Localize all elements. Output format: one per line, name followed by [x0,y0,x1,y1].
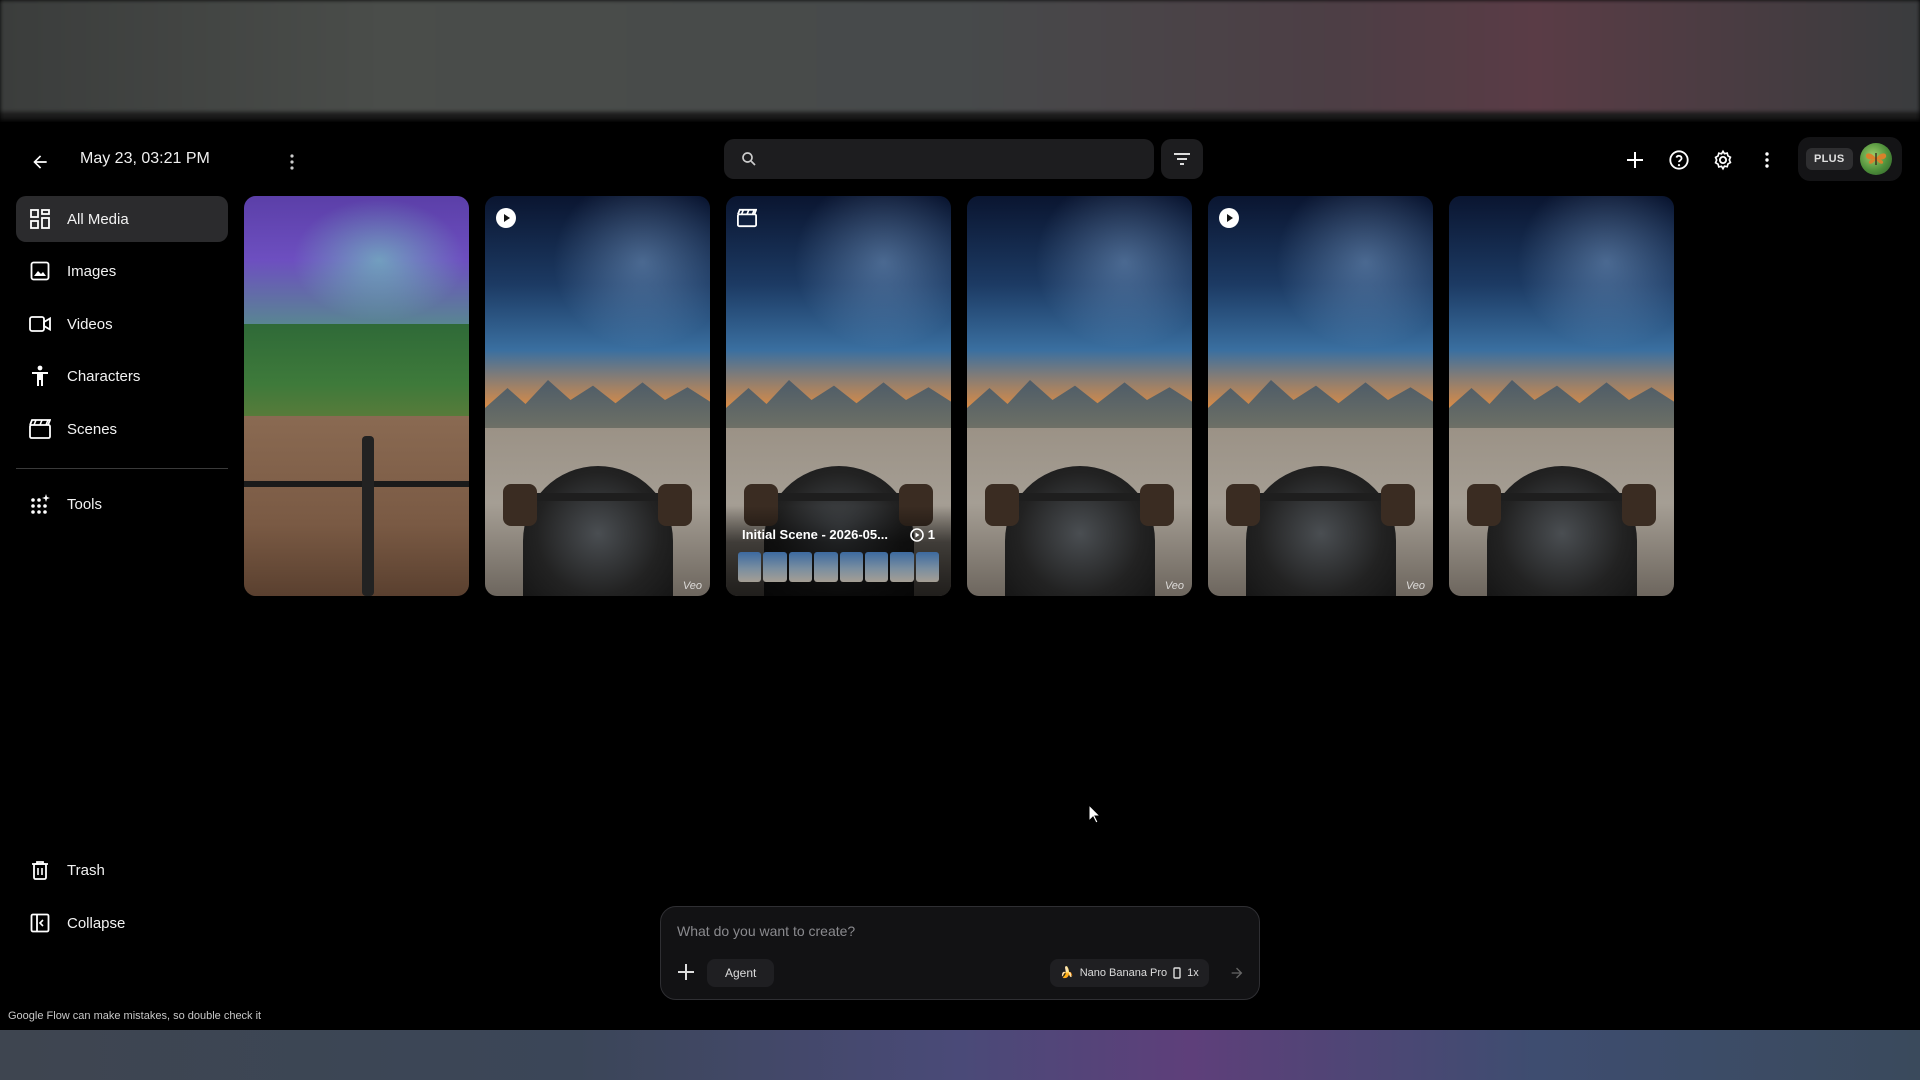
desktop-background-bottom [0,1030,1920,1080]
video-icon [28,312,52,336]
more-button[interactable] [1753,146,1781,174]
prompt-input[interactable] [677,919,1237,943]
play-icon [1219,208,1239,228]
sidebar-item-videos[interactable]: Videos [16,301,228,347]
media-card-bike-trail[interactable] [244,196,469,596]
agent-toggle[interactable]: Agent [707,959,775,987]
arrow-right-icon [1231,967,1243,979]
sidebar-item-tools[interactable]: Tools [16,481,228,527]
veo-tag: Veo [1405,580,1425,592]
arrow-left-icon [33,155,47,169]
attach-button[interactable] [673,959,699,985]
sidebar-item-label: Images [67,262,117,280]
grid-icon [28,207,52,231]
disclaimer-text: Google Flow can make mistakes, so double… [8,1010,262,1022]
model-selector[interactable]: 🍌 Nano Banana Pro 1x [1050,959,1209,987]
gear-icon [1714,149,1732,171]
settings-button[interactable] [1709,146,1737,174]
sidebar: All Media Images Videos Characters Scene… [16,196,228,1026]
search-icon [742,152,756,166]
filter-button[interactable] [1161,139,1203,179]
scene-filmstrip [738,552,939,582]
media-card-video[interactable]: Veo [1208,196,1433,596]
scene-count-value: 1 [927,527,935,542]
output-multiplier: 1x [1187,967,1199,979]
veo-tag: Veo [1164,580,1184,592]
sidebar-divider [16,468,228,469]
scene-clip-count: 1 [909,527,935,542]
more-vertical-icon [1765,152,1769,168]
project-title: May 23, 03:21 PM [80,150,210,167]
sidebar-item-characters[interactable]: Characters [16,353,228,399]
sidebar-item-trash[interactable]: Trash [16,847,228,893]
flow-app: May 23, 03:21 PM PLUS All Media Images V… [0,122,1920,1030]
clapperboard-icon [737,208,757,228]
mouse-cursor-icon [1088,804,1102,824]
sidebar-item-images[interactable]: Images [16,248,228,294]
play-icon [496,208,516,228]
filter-icon [1174,153,1190,165]
account-chip[interactable]: PLUS [1798,137,1902,181]
desktop-background-top [0,0,1920,120]
sidebar-item-label: Scenes [67,420,118,438]
plus-icon [1627,152,1643,168]
image-icon [28,259,52,283]
top-bar: May 23, 03:21 PM PLUS [0,122,1920,198]
aspect-ratio-icon [1173,967,1181,979]
sidebar-item-label: Characters [67,367,141,385]
project-menu-button[interactable] [280,146,304,178]
model-label: Nano Banana Pro [1079,967,1168,979]
back-button[interactable] [24,146,56,178]
collapse-icon [28,911,52,935]
butterfly-icon [1865,153,1887,165]
sparkle-grid-icon [28,492,52,516]
media-card-scene[interactable]: Initial Scene - 2026-05... 1 [726,196,951,596]
sidebar-item-scenes[interactable]: Scenes [16,406,228,452]
help-button[interactable] [1665,146,1693,174]
veo-tag: Veo [682,580,702,592]
sidebar-item-label: Trash [67,861,105,879]
sidebar-item-all-media[interactable]: All Media [16,196,228,242]
media-card-video[interactable]: Veo [485,196,710,596]
sidebar-item-collapse[interactable]: Collapse [16,900,228,946]
avatar[interactable] [1860,143,1892,175]
add-button[interactable] [1621,146,1649,174]
trash-icon [28,858,52,882]
clapperboard-icon [28,417,52,441]
send-button[interactable] [1223,959,1251,987]
sidebar-item-label: All Media [67,210,129,228]
plan-badge: PLUS [1806,148,1853,170]
search-input[interactable] [770,147,1140,171]
media-card-image[interactable]: Veo [967,196,1192,596]
person-icon [28,364,52,388]
banana-icon: 🍌 [1060,967,1074,979]
play-circle-icon [909,527,924,542]
sidebar-item-label: Tools [67,495,103,513]
sidebar-item-label: Videos [67,315,113,333]
more-vertical-icon [290,154,294,170]
plus-icon [678,964,694,980]
sidebar-item-label: Collapse [67,914,126,932]
media-card-image[interactable] [1449,196,1674,596]
search-bar[interactable] [724,139,1154,179]
prompt-composer: Agent 🍌 Nano Banana Pro 1x [660,906,1260,1000]
scene-title: Initial Scene - 2026-05... [742,527,888,542]
help-icon [1669,150,1689,170]
